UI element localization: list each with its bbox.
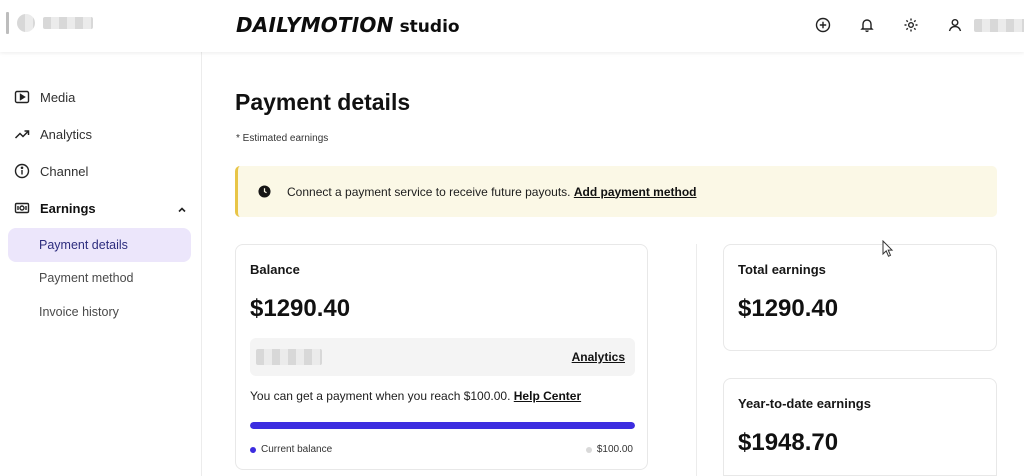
legend-current-label: Current balance — [261, 444, 333, 455]
legend-threshold-label: $100.00 — [596, 444, 633, 455]
add-icon[interactable] — [812, 14, 834, 36]
help-center-link[interactable]: Help Center — [514, 389, 581, 403]
clock-icon — [258, 185, 271, 198]
account-name-redacted — [43, 17, 93, 29]
sidebar: Media Analytics Channel Earnings Payment… — [0, 52, 202, 476]
account-switcher[interactable] — [6, 12, 93, 34]
sidebar-item-label: Channel — [40, 163, 89, 179]
analytics-icon — [14, 130, 30, 139]
total-earnings-card: Total earnings $1290.40 — [723, 244, 997, 351]
page-title: Payment details — [235, 89, 411, 115]
sidebar-subitem-invoice-history[interactable]: Invoice history — [8, 295, 191, 329]
sidebar-subitem-payment-method[interactable]: Payment method — [8, 261, 191, 295]
balance-title: Balance — [250, 262, 300, 277]
balance-progress-bar — [250, 422, 635, 429]
info-icon — [14, 163, 30, 179]
sidebar-item-label: Media — [40, 89, 76, 105]
alert-text: Connect a payment service to receive fut… — [287, 184, 571, 199]
sidebar-item-channel[interactable]: Channel — [14, 163, 88, 179]
alert-message: Connect a payment service to receive fut… — [287, 185, 697, 199]
earnings-icon — [14, 202, 30, 214]
sidebar-item-label: Earnings — [40, 200, 96, 216]
payment-alert-banner: Connect a payment service to receive fut… — [235, 166, 997, 217]
current-balance-dot — [250, 446, 256, 453]
total-earnings-title: Total earnings — [738, 262, 826, 277]
add-payment-method-link[interactable]: Add payment method — [574, 185, 697, 199]
analytics-row: Analytics — [250, 338, 635, 376]
redacted-content — [256, 349, 322, 365]
gear-icon[interactable] — [900, 14, 922, 36]
balance-card: Balance $1290.40 Analytics You can get a… — [235, 244, 648, 470]
ytd-earnings-amount: $1948.70 — [738, 429, 839, 456]
brand-logo-text: DAILYMOTION — [236, 13, 394, 37]
sidebar-item-label: Analytics — [40, 126, 93, 142]
balance-amount: $1290.40 — [250, 295, 351, 322]
top-bar: DAILYMOTION studio — [0, 0, 1024, 52]
account-avatar — [17, 14, 35, 32]
estimated-earnings-note: * Estimated earnings — [236, 133, 329, 144]
chevron-up-icon[interactable] — [176, 204, 188, 216]
total-earnings-amount: $1290.40 — [738, 295, 839, 322]
analytics-link[interactable]: Analytics — [572, 350, 625, 364]
legend-current-balance: Current balance — [250, 444, 332, 455]
column-divider — [696, 244, 697, 476]
payment-threshold-text: You can get a payment when you reach $10… — [250, 389, 511, 403]
ytd-earnings-card: Year-to-date earnings $1948.70 — [723, 378, 997, 476]
user-name-redacted — [974, 18, 1024, 32]
media-icon — [14, 90, 30, 104]
threshold-dot — [585, 446, 592, 453]
account-indicator — [6, 12, 9, 34]
top-actions — [812, 14, 922, 36]
legend-threshold: $100.00 — [585, 444, 633, 455]
mouse-cursor-icon — [882, 240, 894, 257]
brand-logo[interactable]: DAILYMOTION studio — [236, 13, 460, 37]
sidebar-item-earnings[interactable]: Earnings — [14, 200, 96, 216]
payment-threshold-note: You can get a payment when you reach $10… — [250, 389, 581, 403]
ytd-earnings-title: Year-to-date earnings — [738, 396, 871, 411]
user-icon — [944, 14, 966, 36]
bell-icon[interactable] — [856, 14, 878, 36]
balance-progress-fill — [250, 422, 635, 429]
sidebar-item-media[interactable]: Media — [14, 89, 75, 105]
sidebar-item-analytics[interactable]: Analytics — [14, 126, 92, 142]
brand-suffix: studio — [399, 17, 460, 37]
sidebar-subitem-payment-details[interactable]: Payment details — [8, 228, 191, 262]
user-menu[interactable] — [944, 14, 1024, 36]
